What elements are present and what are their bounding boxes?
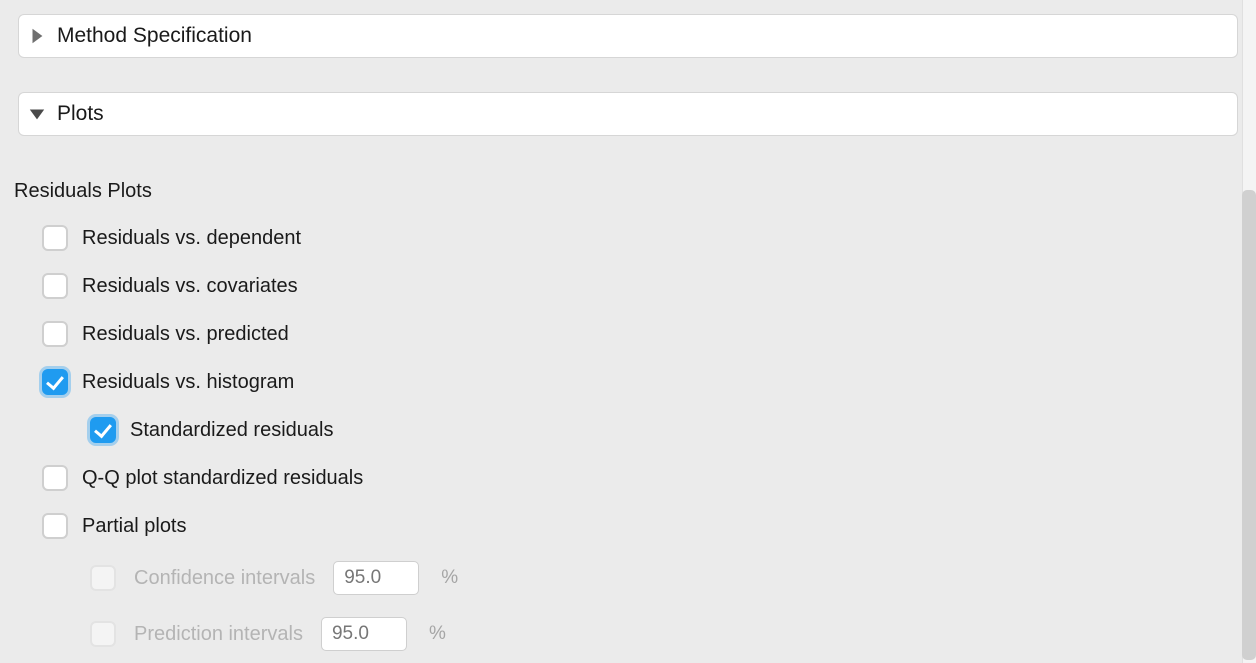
option-prediction-intervals: Prediction intervals % xyxy=(90,617,1238,651)
checkbox-standardized-residuals[interactable] xyxy=(90,417,116,443)
label-residuals-vs-dependent: Residuals vs. dependent xyxy=(82,227,301,250)
label-standardized-residuals: Standardized residuals xyxy=(130,419,333,442)
panel-title-method-specification: Method Specification xyxy=(57,24,252,48)
label-partial-plots: Partial plots xyxy=(82,515,187,538)
checkbox-confidence-intervals xyxy=(90,565,116,591)
option-residuals-vs-covariates[interactable]: Residuals vs. covariates xyxy=(42,273,1238,299)
scrollbar-thumb[interactable] xyxy=(1242,190,1256,660)
panel-title-plots: Plots xyxy=(57,102,104,126)
checkbox-residuals-vs-covariates[interactable] xyxy=(42,273,68,299)
checkbox-qq-plot[interactable] xyxy=(42,465,68,491)
input-prediction-intervals[interactable] xyxy=(321,617,407,651)
option-confidence-intervals: Confidence intervals % xyxy=(90,561,1238,595)
scrollbar-track[interactable] xyxy=(1242,0,1256,663)
checkbox-partial-plots[interactable] xyxy=(42,513,68,539)
checkbox-residuals-vs-dependent[interactable] xyxy=(42,225,68,251)
checkbox-residuals-vs-histogram[interactable] xyxy=(42,369,68,395)
residuals-plots-options: Residuals vs. dependent Residuals vs. co… xyxy=(42,225,1238,651)
options-page: Method Specification Plots Residuals Plo… xyxy=(0,0,1256,663)
label-prediction-intervals: Prediction intervals xyxy=(134,623,303,646)
option-residuals-vs-histogram[interactable]: Residuals vs. histogram xyxy=(42,369,1238,395)
option-qq-plot[interactable]: Q-Q plot standardized residuals xyxy=(42,465,1238,491)
option-partial-plots[interactable]: Partial plots xyxy=(42,513,1238,539)
checkbox-residuals-vs-predicted[interactable] xyxy=(42,321,68,347)
option-standardized-residuals[interactable]: Standardized residuals xyxy=(90,417,1238,443)
label-residuals-vs-predicted: Residuals vs. predicted xyxy=(82,323,289,346)
label-qq-plot: Q-Q plot standardized residuals xyxy=(82,467,363,490)
label-residuals-vs-covariates: Residuals vs. covariates xyxy=(82,275,298,298)
chevron-right-icon xyxy=(27,26,47,46)
suffix-prediction-intervals: % xyxy=(429,623,446,645)
suffix-confidence-intervals: % xyxy=(441,567,458,589)
panel-method-specification[interactable]: Method Specification xyxy=(18,14,1238,58)
checkbox-prediction-intervals xyxy=(90,621,116,647)
panel-plots[interactable]: Plots xyxy=(18,92,1238,136)
label-confidence-intervals: Confidence intervals xyxy=(134,567,315,590)
section-label-residuals-plots: Residuals Plots xyxy=(14,180,1238,203)
option-residuals-vs-dependent[interactable]: Residuals vs. dependent xyxy=(42,225,1238,251)
label-residuals-vs-histogram: Residuals vs. histogram xyxy=(82,371,294,394)
option-residuals-vs-predicted[interactable]: Residuals vs. predicted xyxy=(42,321,1238,347)
chevron-down-icon xyxy=(27,104,47,124)
input-confidence-intervals[interactable] xyxy=(333,561,419,595)
